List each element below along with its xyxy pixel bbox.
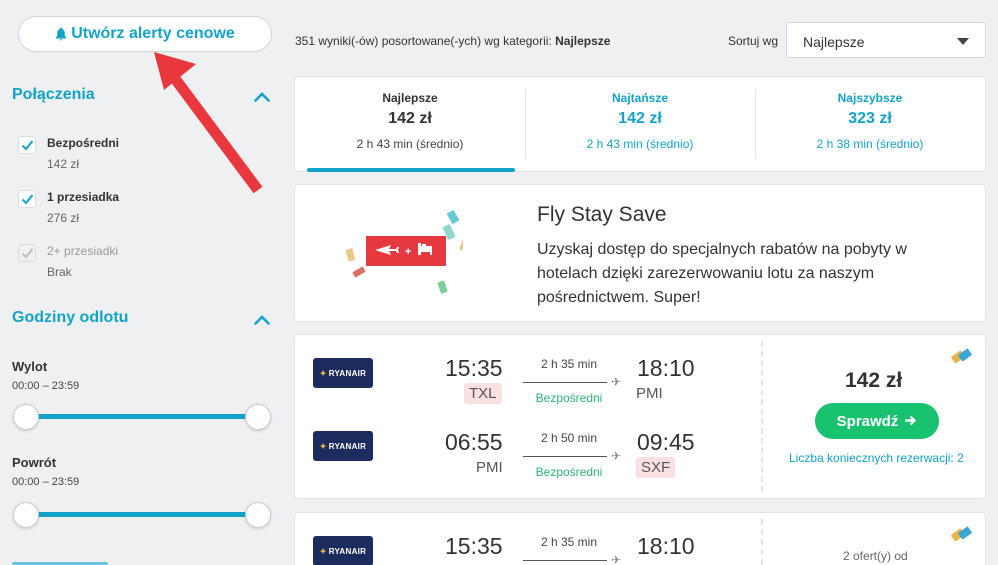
- results-count: 351 wyniki(-ów) posortowane(-ych) wg kat…: [295, 34, 610, 48]
- flight-result-card[interactable]: ✦ RYANAIR 15:35 2 h 35 min ✈ 18:10 2 ofer…: [294, 512, 986, 565]
- stop-label: Bezpośredni: [47, 136, 120, 150]
- plane-icon: ✈: [611, 553, 622, 565]
- return-slider-track[interactable]: [26, 512, 258, 517]
- departure-time: 15:35: [445, 533, 503, 559]
- return-label: Powrót: [12, 455, 57, 470]
- create-price-alert-button[interactable]: Utwórz alerty cenowe: [18, 16, 272, 52]
- flight-duration: 2 h 50 min: [540, 431, 598, 445]
- offers-count: 2 ofert(y) od: [843, 549, 908, 563]
- active-tab-indicator: [307, 168, 515, 172]
- multi-ticket-icon: [951, 526, 972, 542]
- airline-name: RYANAIR: [328, 546, 367, 556]
- sort-dropdown[interactable]: Najlepsze: [786, 22, 986, 58]
- departure-time: 06:55: [445, 429, 503, 455]
- tab-fastest[interactable]: Najszybsze 323 zł 2 h 38 min (średnio): [755, 77, 985, 171]
- promo-title: Fly Stay Save: [537, 203, 667, 226]
- outbound-slider-track[interactable]: [26, 414, 258, 419]
- results-sort-category: Najlepsze: [555, 34, 611, 48]
- check-deal-button[interactable]: Sprawdź: [815, 403, 939, 439]
- tab-price: 323 zł: [848, 110, 892, 127]
- plane-icon: ✈: [611, 375, 622, 389]
- tab-price: 142 zł: [388, 110, 432, 127]
- return-slider-handle-start[interactable]: [13, 502, 39, 528]
- arrival-time: 18:10: [637, 355, 695, 381]
- tab-time: 2 h 38 min (średnio): [816, 137, 924, 151]
- departure-airport: TXL: [464, 383, 502, 404]
- checkbox[interactable]: [18, 190, 36, 208]
- outbound-slider-handle-end[interactable]: [245, 404, 271, 430]
- sort-tabs: Najlepsze 142 zł 2 h 43 min (średnio) Na…: [294, 76, 986, 172]
- stop-price: Brak: [47, 265, 72, 279]
- card-divider: [761, 519, 763, 565]
- stop-price: 142 zł: [47, 157, 80, 171]
- caret-down-icon: [957, 38, 969, 45]
- tab-price: 142 zł: [618, 110, 662, 127]
- checkbox-disabled: [18, 244, 36, 262]
- card-divider: [761, 341, 763, 492]
- return-slider-handle-end[interactable]: [245, 502, 271, 528]
- arrival-time: 09:45: [637, 429, 695, 455]
- arrival-airport: SXF: [636, 457, 676, 478]
- tab-best[interactable]: Najlepsze 142 zł 2 h 43 min (średnio): [295, 77, 525, 172]
- outbound-slider-handle-start[interactable]: [13, 404, 39, 430]
- bell-icon: [55, 27, 67, 41]
- airline-name: RYANAIR: [328, 368, 367, 378]
- stop-label: 2+ przesiadki: [47, 244, 119, 258]
- route-line: [523, 560, 607, 561]
- required-bookings: Liczba koniecznych rezerwacji: 2: [789, 451, 964, 465]
- stops-label: Bezpośredni: [535, 465, 603, 479]
- arrival-airport: PMI: [636, 385, 663, 402]
- results-count-text: 351 wyniki(-ów) posortowane(-ych) wg kat…: [295, 34, 556, 48]
- departure-airport: PMI: [476, 459, 503, 476]
- flight-result-card[interactable]: ✦ RYANAIR 15:35 TXL 2 h 35 min ✈ Bezpośre…: [294, 334, 986, 499]
- return-range: 00:00 – 23:59: [12, 476, 80, 488]
- tab-name: Najtańsze: [611, 91, 669, 105]
- stop-label: 1 przesiadka: [47, 190, 120, 204]
- check-deal-label: Sprawdź: [836, 412, 899, 430]
- ryanair-logo: ✦ RYANAIR: [313, 358, 373, 388]
- flight-duration: 2 h 35 min: [540, 357, 598, 371]
- chevron-up-icon[interactable]: [254, 92, 270, 102]
- tab-cheapest[interactable]: Najtańsze 142 zł 2 h 43 min (średnio): [525, 77, 755, 171]
- promo-banner[interactable]: + Fly Stay Save Uzyskaj dostęp do specja…: [294, 184, 986, 322]
- create-price-alert-label: Utwórz alerty cenowe: [71, 25, 235, 42]
- multi-ticket-icon: [951, 348, 972, 364]
- promo-text: Uzyskaj dostęp do specjalnych rabatów na…: [537, 241, 907, 306]
- tab-name: Najlepsze: [382, 91, 438, 105]
- ryanair-logo: ✦ RYANAIR: [313, 431, 373, 461]
- tab-name: Najszybsze: [837, 91, 903, 105]
- arrival-time: 18:10: [637, 533, 695, 559]
- sort-label: Sortuj wg: [728, 34, 779, 48]
- chevron-up-icon[interactable]: [254, 315, 270, 325]
- svg-text:+: +: [405, 246, 411, 258]
- departure-times-title: Godziny odlotu: [12, 309, 129, 326]
- plane-icon: ✈: [611, 449, 622, 463]
- tab-time: 2 h 43 min (średnio): [586, 137, 694, 151]
- annotation-arrow: [154, 52, 263, 194]
- checkbox[interactable]: [18, 136, 36, 154]
- next-section-title-clipped: [12, 558, 110, 565]
- departure-time: 15:35: [445, 355, 503, 381]
- stop-price: 276 zł: [47, 211, 80, 225]
- fly-stay-save-illustration: +: [345, 210, 463, 294]
- arrow-right-icon: [904, 413, 917, 430]
- ryanair-logo: ✦ RYANAIR: [313, 536, 373, 565]
- stops-label: Bezpośredni: [535, 391, 603, 405]
- flight-duration: 2 h 35 min: [540, 535, 598, 549]
- sort-value: Najlepsze: [803, 34, 865, 50]
- tab-time: 2 h 43 min (średnio): [356, 137, 464, 151]
- route-line: [523, 382, 607, 383]
- outbound-label: Wylot: [12, 359, 48, 374]
- route-line: [523, 456, 607, 457]
- connections-title: Połączenia: [12, 86, 95, 103]
- airline-name: RYANAIR: [328, 441, 367, 451]
- price: 142 zł: [845, 369, 903, 392]
- outbound-range: 00:00 – 23:59: [12, 380, 80, 392]
